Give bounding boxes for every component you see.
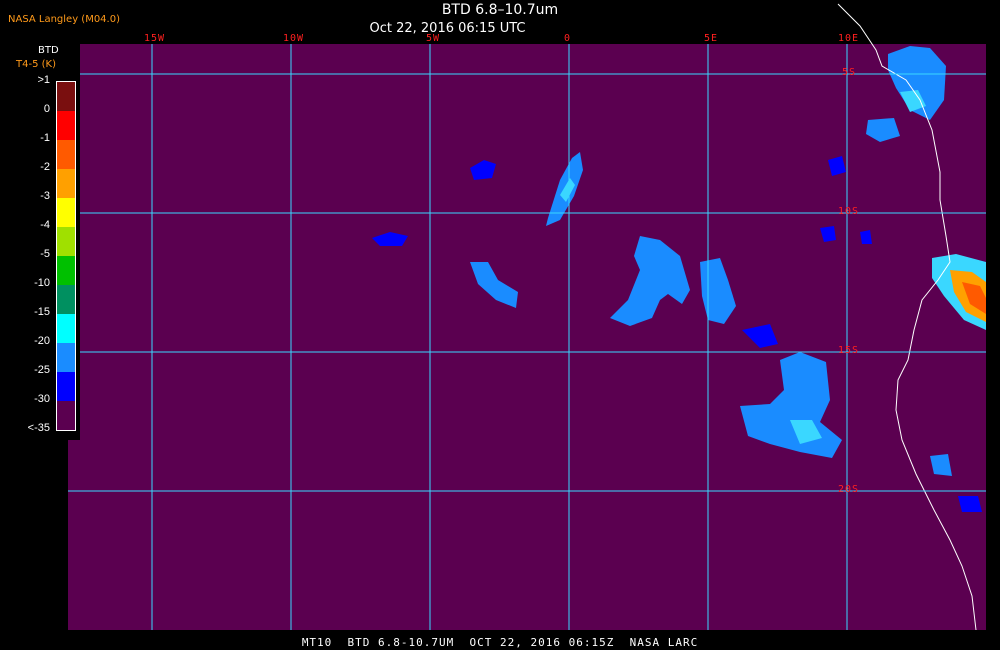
lat-label-10s: 10S: [838, 206, 860, 217]
legend-tick-label: <-35: [27, 422, 50, 434]
lon-label-5e: 5E: [704, 33, 719, 44]
lat-label-20s: 20S: [838, 484, 860, 495]
legend-tick-label: -5: [40, 248, 50, 260]
legend-tick-label: -2: [40, 161, 50, 173]
legend-tick-label: -4: [40, 219, 50, 231]
legend-tick-label: -15: [34, 306, 50, 318]
map-background: [68, 44, 986, 630]
legend-swatch: [57, 111, 75, 140]
satellite-map: [68, 3, 1000, 631]
lon-label-0: 0: [564, 33, 572, 44]
legend-tick-label: >1: [37, 74, 50, 86]
legend-swatch: [57, 198, 75, 227]
legend-swatch: [57, 285, 75, 314]
no-data-strip: [986, 44, 1000, 630]
legend-title: BTD: [38, 45, 59, 56]
legend-unit: T4-5 (K): [16, 59, 56, 70]
legend-colorbar: [56, 81, 76, 431]
lon-label-15w: 15W: [144, 33, 166, 44]
legend-swatch: [57, 227, 75, 256]
footer-caption: MT10 BTD 6.8-10.7UM OCT 22, 2016 06:15Z …: [301, 636, 699, 649]
cloud-feature: [860, 230, 872, 244]
legend-swatch: [57, 401, 75, 430]
legend-tick-label: -10: [34, 277, 50, 289]
legend-swatch: [57, 372, 75, 401]
legend-tick-label: 0: [43, 103, 50, 115]
legend-swatch: [57, 343, 75, 372]
lon-label-5w: 5W: [426, 33, 441, 44]
legend-swatch: [57, 256, 75, 285]
legend-swatch: [57, 314, 75, 343]
legend-tick-label: -20: [34, 335, 50, 347]
legend-tick-label: -25: [34, 364, 50, 376]
lat-label-5s: 5S: [842, 67, 857, 78]
legend-tick-label: -3: [40, 190, 50, 202]
cloud-feature: [958, 496, 982, 512]
lat-label-15s: 15S: [838, 345, 860, 356]
legend-swatch: [57, 140, 75, 169]
lon-label-10w: 10W: [283, 33, 305, 44]
legend-swatch: [57, 82, 75, 111]
legend-tick-label: -30: [34, 393, 50, 405]
legend-tick-label: -1: [40, 132, 50, 144]
legend-swatch: [57, 169, 75, 198]
lon-label-10e: 10E: [838, 33, 860, 44]
